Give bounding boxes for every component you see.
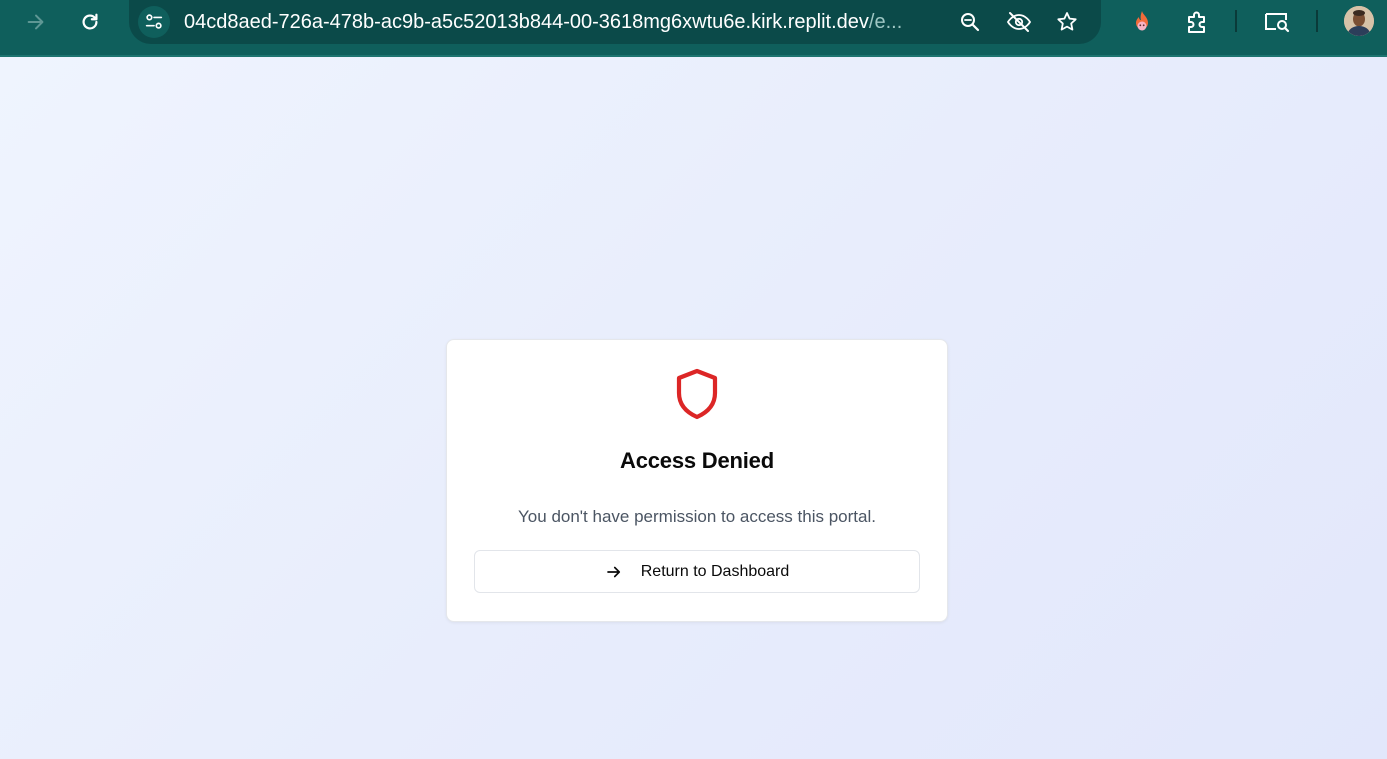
tab-search-button[interactable] (1261, 6, 1293, 38)
site-settings-icon (145, 14, 163, 29)
url-path: /e... (868, 11, 903, 33)
avatar[interactable] (1344, 6, 1374, 36)
access-denied-card: Access Denied You don't have permission … (446, 339, 948, 622)
site-info-button[interactable] (138, 6, 170, 38)
extensions-button[interactable] (1181, 6, 1213, 38)
shield-icon (676, 368, 718, 420)
reload-icon (82, 13, 98, 30)
tracking-protection-button[interactable] (1005, 8, 1033, 36)
browser-toolbar: 04cd8aed-726a-478b-ac9b-a5c52013b844-00-… (0, 0, 1387, 57)
return-to-dashboard-button[interactable]: Return to Dashboard (474, 550, 920, 593)
profile-picture (1344, 6, 1374, 36)
return-button-label: Return to Dashboard (640, 562, 790, 580)
zoom-icon (961, 13, 980, 32)
toolbar-divider (1235, 10, 1237, 32)
error-message: You don't have permission to access this… (518, 507, 876, 526)
eye-off-icon (1006, 12, 1032, 32)
forward-button[interactable] (20, 6, 52, 38)
toolbar-divider (1316, 10, 1318, 32)
arrow-forward-icon (27, 14, 44, 30)
page-background: Access Denied You don't have permission … (0, 57, 1387, 759)
star-icon (1057, 12, 1077, 31)
fire-extension-button[interactable] (1126, 6, 1158, 38)
url-text[interactable]: 04cd8aed-726a-478b-ac9b-a5c52013b844-00-… (184, 10, 936, 34)
puzzle-icon (1188, 11, 1205, 33)
url-host: 04cd8aed-726a-478b-ac9b-a5c52013b844-00-… (184, 11, 869, 33)
address-bar[interactable]: 04cd8aed-726a-478b-ac9b-a5c52013b844-00-… (129, 0, 1101, 44)
arrow-right-icon (606, 566, 620, 577)
bookmark-button[interactable] (1053, 8, 1081, 36)
reload-button[interactable] (74, 6, 106, 38)
fire-extension-icon (1136, 11, 1148, 31)
page-title: Access Denied (620, 448, 774, 473)
zoom-button[interactable] (956, 8, 984, 36)
tab-search-icon (1265, 13, 1290, 33)
